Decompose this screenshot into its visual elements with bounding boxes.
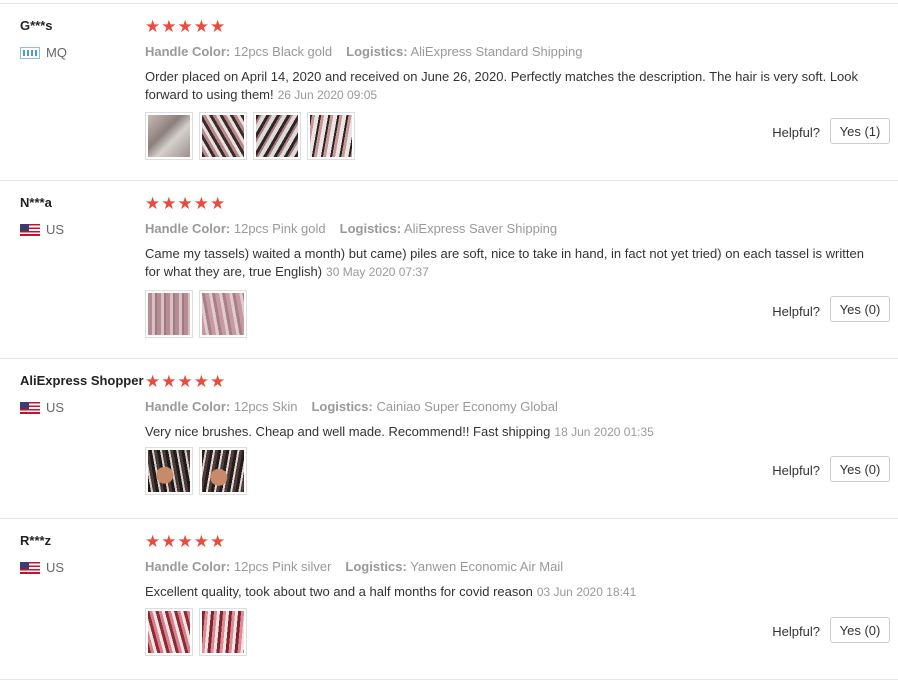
star-icon: ★: [193, 17, 209, 36]
review-attributes: Handle Color: 12pcs Skin Logistics: Caini…: [145, 399, 558, 414]
attr-value: Cainiao Super Economy Global: [376, 399, 558, 414]
review-text: Excellent quality, took about two and a …: [145, 584, 533, 599]
review-photo[interactable]: [145, 290, 193, 338]
attr-value: 12pcs Pink gold: [233, 221, 326, 236]
attr-value: Yanwen Economic Air Mail: [410, 559, 564, 574]
reviewer-country: US: [20, 222, 64, 237]
attr-value: AliExpress Saver Shipping: [403, 221, 558, 236]
helpful-label: Helpful?: [772, 463, 820, 478]
attr-label: Handle Color:: [145, 399, 231, 414]
country-code: US: [46, 400, 65, 415]
attr-label: Handle Color:: [145, 221, 231, 236]
star-icon: ★: [210, 17, 226, 36]
star-icon: ★: [210, 372, 226, 391]
attr-label: Logistics:: [346, 44, 408, 59]
review-item: G***s MQ ★ ★ ★ ★ ★ Handle Color: 12pcs Black…: [0, 3, 898, 181]
attr-label: Logistics:: [345, 559, 407, 574]
helpful-label: Helpful?: [772, 304, 820, 319]
helpful-yes-button[interactable]: Yes (0): [830, 296, 890, 322]
review-item: R***z US ★ ★ ★ ★ ★ Handle Color: 12pcs Pink …: [0, 518, 898, 680]
review-photo[interactable]: [253, 112, 301, 160]
review-photo[interactable]: [145, 608, 193, 656]
review-attributes: Handle Color: 12pcs Pink gold Logistics: …: [145, 221, 557, 236]
helpful-yes-button[interactable]: Yes (0): [830, 456, 890, 482]
star-rating: ★ ★ ★ ★ ★: [145, 373, 225, 391]
review-photo[interactable]: [145, 447, 193, 495]
review-photo[interactable]: [199, 112, 247, 160]
reviewer-country: US: [20, 400, 64, 415]
review-photo[interactable]: [199, 608, 247, 656]
review-photos: [145, 608, 247, 656]
reviewer-name: R***z: [20, 533, 52, 548]
star-icon: ★: [161, 17, 177, 36]
star-icon: ★: [145, 17, 161, 36]
helpful-yes-button[interactable]: Yes (1): [830, 118, 890, 144]
flag-us-icon: [20, 401, 40, 414]
star-rating: ★ ★ ★ ★ ★: [145, 195, 225, 213]
reviewer-name: G***s: [20, 18, 53, 33]
country-code: US: [46, 560, 65, 575]
review-text: Very nice brushes. Cheap and well made. …: [145, 424, 551, 439]
star-icon: ★: [193, 194, 209, 213]
star-rating: ★ ★ ★ ★ ★: [145, 18, 225, 36]
helpful-label: Helpful?: [772, 125, 820, 140]
star-icon: ★: [177, 372, 193, 391]
attr-label: Logistics:: [311, 399, 373, 414]
review-date: 03 Jun 2020 18:41: [536, 585, 637, 599]
helpful-label: Helpful?: [772, 624, 820, 639]
review-text-block: Excellent quality, took about two and a …: [145, 583, 865, 601]
country-code: MQ: [46, 45, 67, 60]
review-photo[interactable]: [199, 447, 247, 495]
attr-label: Logistics:: [339, 221, 402, 236]
attr-label: Handle Color:: [145, 44, 231, 59]
review-text-block: Came my tassels) waited a month) but cam…: [145, 245, 865, 281]
star-icon: ★: [210, 194, 226, 213]
review-photo[interactable]: [145, 112, 193, 160]
attr-value: 12pcs Pink silver: [233, 559, 332, 574]
star-icon: ★: [161, 532, 177, 551]
attr-value: AliExpress Standard Shipping: [410, 44, 583, 59]
star-icon: ★: [161, 194, 177, 213]
review-date: 30 May 2020 07:37: [326, 265, 429, 279]
star-icon: ★: [145, 532, 161, 551]
review-text: Order placed on April 14, 2020 and recei…: [145, 69, 859, 102]
review-attributes: Handle Color: 12pcs Black gold Logistics:…: [145, 44, 582, 59]
review-photo[interactable]: [199, 290, 247, 338]
reviewer-name: N***a: [20, 195, 52, 210]
flag-us-icon: [20, 561, 40, 574]
review-item: AliExpress Shopper US ★ ★ ★ ★ ★ Handle Color…: [0, 358, 898, 519]
attr-value: 12pcs Skin: [233, 399, 298, 414]
review-photos: [145, 112, 355, 160]
reviewer-country: US: [20, 560, 64, 575]
star-icon: ★: [177, 194, 193, 213]
star-icon: ★: [210, 532, 226, 551]
reviewer-name: AliExpress Shopper: [20, 373, 144, 388]
star-icon: ★: [161, 372, 177, 391]
attr-value: 12pcs Black gold: [233, 44, 333, 59]
flag-us-icon: [20, 223, 40, 236]
attr-label: Handle Color:: [145, 559, 231, 574]
review-photos: [145, 290, 247, 338]
review-date: 18 Jun 2020 01:35: [554, 425, 654, 439]
reviewer-country: MQ: [20, 45, 67, 60]
review-text-block: Order placed on April 14, 2020 and recei…: [145, 68, 865, 104]
star-icon: ★: [177, 17, 193, 36]
star-icon: ★: [193, 372, 209, 391]
star-icon: ★: [193, 532, 209, 551]
star-rating: ★ ★ ★ ★ ★: [145, 533, 225, 551]
review-photos: [145, 447, 247, 495]
star-icon: ★: [177, 532, 193, 551]
country-code: US: [46, 222, 65, 237]
helpful-yes-button[interactable]: Yes (0): [830, 617, 890, 643]
star-icon: ★: [145, 194, 161, 213]
review-date: 26 Jun 2020 09:05: [277, 88, 378, 102]
review-text-block: Very nice brushes. Cheap and well made. …: [145, 423, 865, 441]
review-item: N***a US ★ ★ ★ ★ ★ Handle Color: 12pcs Pink …: [0, 180, 898, 359]
star-icon: ★: [145, 372, 161, 391]
review-photo[interactable]: [307, 112, 355, 160]
review-text: Came my tassels) waited a month) but cam…: [145, 246, 864, 279]
flag-mq-icon: [20, 46, 40, 59]
review-attributes: Handle Color: 12pcs Pink silver Logistics…: [145, 559, 563, 574]
